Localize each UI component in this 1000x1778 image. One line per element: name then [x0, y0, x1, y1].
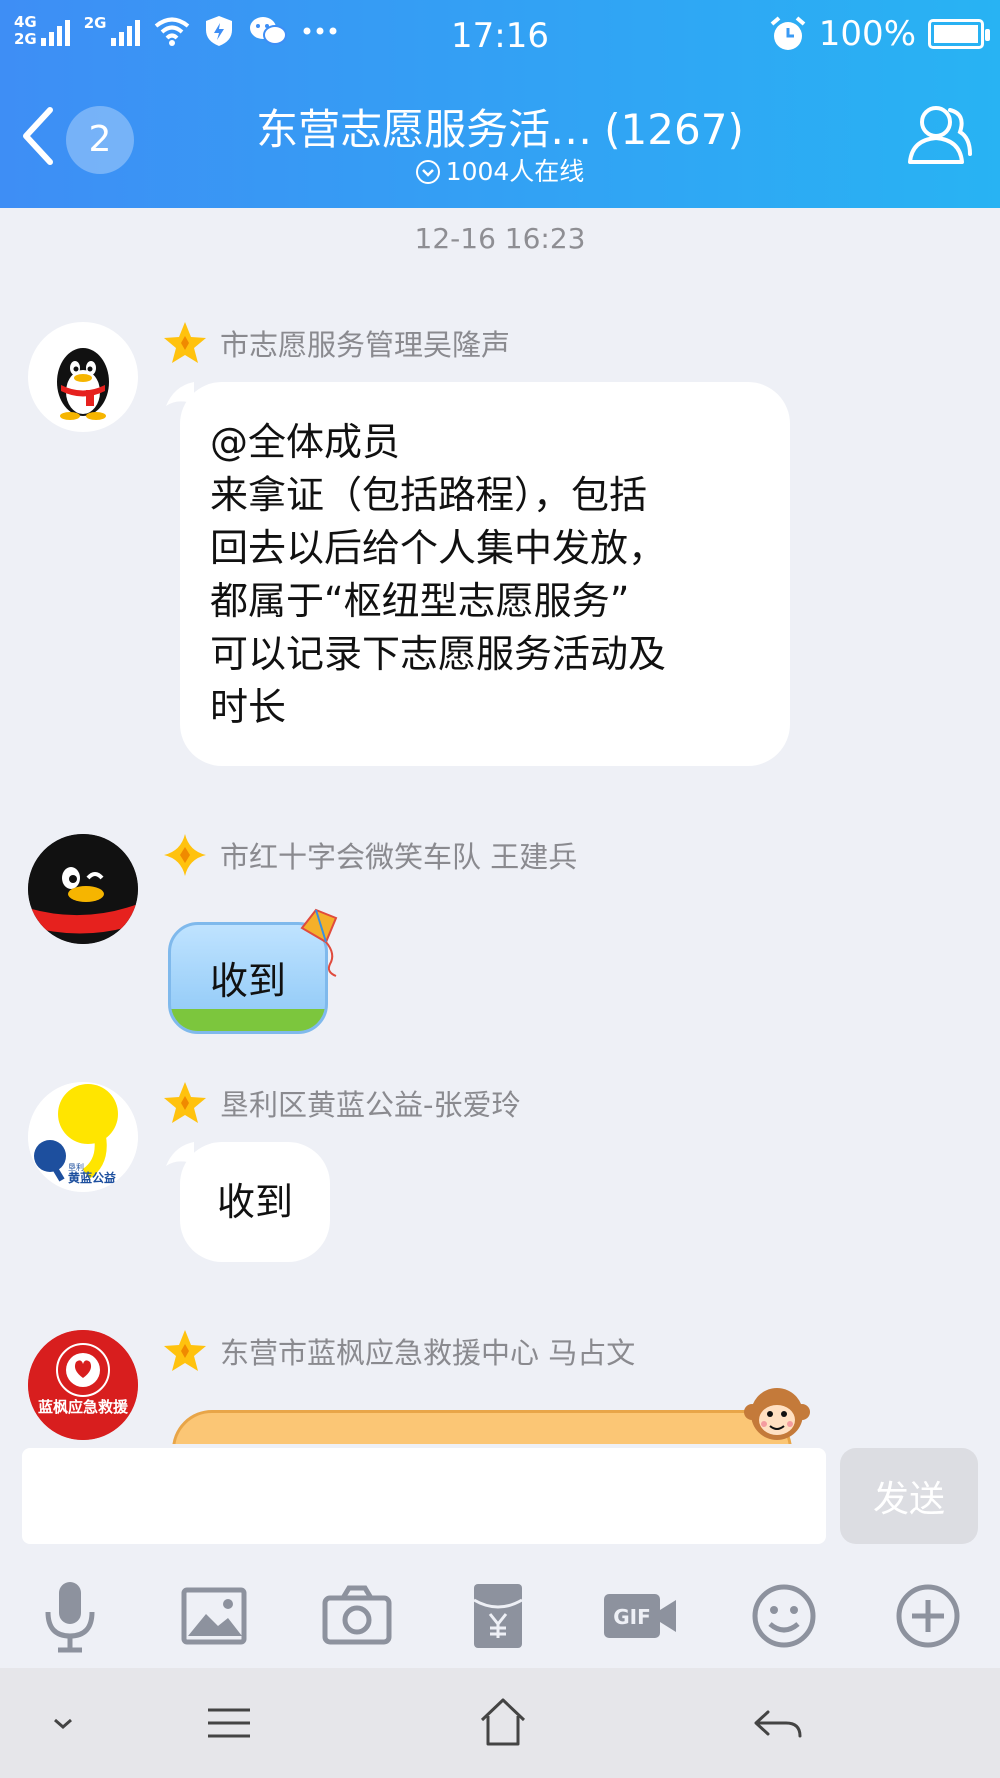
- send-button[interactable]: 发送: [840, 1448, 978, 1544]
- composer-toolbar: GIF: [0, 1574, 1000, 1664]
- home-icon[interactable]: [470, 1690, 536, 1756]
- gif-icon[interactable]: GIF: [598, 1574, 682, 1658]
- online-count: 1004人在线: [445, 157, 585, 186]
- star-badge-icon: [164, 1082, 206, 1123]
- kite-icon: [300, 908, 338, 977]
- star-badge-icon: [164, 1330, 206, 1371]
- svg-text:GIF: GIF: [613, 1605, 651, 1629]
- status-bar: 4G 2G 2G 17:16 100%: [0, 0, 1000, 72]
- message-text: 收到: [216, 1180, 293, 1224]
- message-timestamp: 12-16 16:23: [414, 222, 586, 255]
- avatar[interactable]: 垦利 黄蓝公益: [28, 1082, 138, 1192]
- bubble-decoration: [171, 1009, 325, 1031]
- avatar[interactable]: 蓝枫应急救援: [28, 1330, 138, 1440]
- message-item: 市志愿服务管理吴隆声 @全体成员 来拿证（包括路程），包括 回去以后给个人集中发…: [0, 320, 1000, 770]
- message-bubble[interactable]: 收到: [180, 1142, 330, 1262]
- message-text: @全体成员 来拿证（包括路程），包括 回去以后给个人集中发放， 都属于“枢纽型志…: [210, 420, 667, 729]
- chevron-down-circle-icon: [415, 160, 440, 184]
- battery-level: [934, 25, 978, 43]
- message-item: 蓝枫应急救援 东营市蓝枫应急救援中心 马占文: [0, 1328, 1000, 1444]
- sender-row: 垦利区黄蓝公益-张爱玲: [162, 1080, 520, 1126]
- sender-row: 市红十字会微笑车队 王建兵: [162, 832, 577, 878]
- star-badge-icon: [164, 322, 206, 363]
- rescue-logo-icon: 蓝枫应急救援: [28, 1330, 138, 1440]
- avatar[interactable]: [28, 834, 138, 944]
- yellow-blue-logo-icon: 垦利 黄蓝公益: [28, 1082, 138, 1192]
- group-name: 东营志愿服务活…: [256, 105, 593, 154]
- sender-row: 东营市蓝枫应急救援中心 马占文: [162, 1328, 635, 1374]
- message-bubble[interactable]: @全体成员 来拿证（包括路程），包括 回去以后给个人集中发放， 都属于“枢纽型志…: [180, 382, 790, 766]
- avatar[interactable]: [28, 322, 138, 432]
- plus-icon[interactable]: [886, 1574, 970, 1658]
- message-text: 收到: [209, 959, 286, 1003]
- message-bubble[interactable]: [172, 1410, 792, 1444]
- penguin-avatar-icon: [57, 348, 109, 420]
- online-status[interactable]: 1004人在线: [0, 152, 1000, 188]
- message-list[interactable]: 12-16 16:23 市志愿服务管理吴隆声 @全体成员 来拿证（包括路程），包…: [0, 208, 1000, 1444]
- member-count: (1267): [604, 105, 744, 154]
- red-packet-icon[interactable]: [456, 1574, 540, 1658]
- alarm-icon: [770, 16, 806, 50]
- menu-icon[interactable]: [196, 1690, 262, 1756]
- chevron-down-icon[interactable]: [30, 1690, 96, 1756]
- message-item: 市红十字会微笑车队 王建兵 收到: [0, 832, 1000, 1042]
- microphone-icon[interactable]: [28, 1574, 112, 1658]
- avatar-label: 黄蓝公益: [68, 1170, 116, 1185]
- camera-icon[interactable]: [315, 1574, 399, 1658]
- battery-icon: [928, 19, 990, 49]
- message-input[interactable]: [22, 1448, 826, 1544]
- chat-header: 4G 2G 2G 17:16 100% 2 东营志愿服务活… (1267) 10…: [0, 0, 1000, 208]
- emoji-icon[interactable]: [742, 1574, 826, 1658]
- group-members-icon[interactable]: [904, 104, 974, 168]
- battery-percent: 100%: [818, 14, 916, 54]
- sender-name: 市红十字会微笑车队 王建兵: [220, 840, 578, 874]
- back-arrow-icon[interactable]: [746, 1690, 812, 1756]
- group-title[interactable]: 东营志愿服务活… (1267): [160, 96, 840, 157]
- image-icon[interactable]: [172, 1574, 256, 1658]
- sender-name: 市志愿服务管理吴隆声: [220, 328, 511, 362]
- message-item: 垦利 黄蓝公益 垦利区黄蓝公益-张爱玲 收到: [0, 1080, 1000, 1290]
- sender-name: 东营市蓝枫应急救援中心 马占文: [220, 1336, 636, 1370]
- sender-name: 垦利区黄蓝公益-张爱玲: [220, 1088, 521, 1122]
- composer: 发送 GIF: [0, 1444, 1000, 1668]
- monkey-sticker-icon: [744, 1388, 810, 1440]
- avatar-label: 蓝枫应急救援: [38, 1398, 129, 1416]
- system-nav-bar: [0, 1668, 1000, 1778]
- diamond-badge-icon: [164, 834, 206, 876]
- sender-row: 市志愿服务管理吴隆声: [162, 320, 510, 366]
- penguin-avatar-icon: [28, 834, 138, 944]
